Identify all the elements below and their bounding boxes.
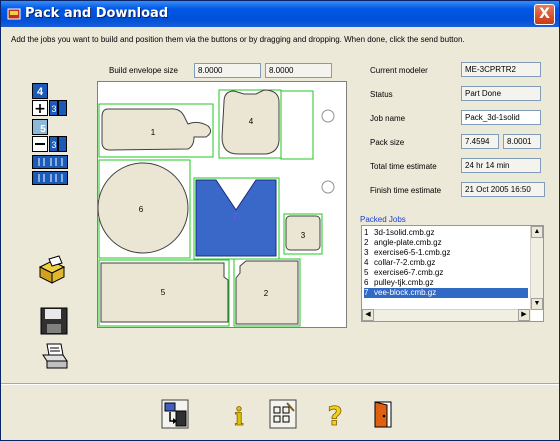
part-6-label: 6 (139, 205, 144, 214)
packed-jobs-list[interactable]: 1 3d-1solid.cmb.gz 2 angle-plate.cmb.gz 3 exe… (361, 225, 544, 322)
pack-size-y-field[interactable]: 8.0001 (503, 134, 541, 149)
envelope-y-field[interactable]: 8.0000 (265, 63, 332, 78)
job-name-label: Job name (370, 114, 406, 123)
title-bar: Pack and Download X (1, 1, 559, 27)
envelope-size-label: Build envelope size (109, 66, 178, 75)
job-number: 6 (364, 278, 369, 287)
build-layout: 1 4 6 7 3 5 2 (98, 89, 335, 327)
part-3-label: 3 (301, 231, 306, 240)
list-item[interactable]: 5 exercise6-7.cmb.gz (364, 268, 528, 278)
pack-and-download-window: Pack and Download X Add the jobs you wan… (0, 0, 560, 441)
open-package-icon[interactable] (37, 255, 67, 285)
part-2-label: 2 (264, 289, 269, 298)
jobs-horizontal-scrollbar[interactable]: ◀ ▶ (362, 309, 531, 321)
part-4-spacer-box (280, 90, 314, 160)
part-1-shape[interactable] (101, 108, 212, 151)
pack-size-x-field[interactable]: 7.4594 (461, 134, 499, 149)
exit-door-icon[interactable] (369, 399, 397, 429)
help-icon[interactable]: ? (321, 399, 349, 429)
job-filename: vee-block.cmb.gz (374, 288, 437, 297)
list-item[interactable]: 3 exercise6-5-1.cmb.gz (364, 248, 528, 258)
job-number: 3 (364, 248, 369, 257)
svg-text:?: ? (327, 402, 342, 429)
job-filename: exercise6-5-1.cmb.gz (374, 248, 451, 257)
total-time-field[interactable]: 24 hr 14 min (461, 158, 541, 173)
part-4-label: 4 (249, 117, 254, 126)
part-1-label: 1 (151, 128, 156, 137)
svg-text:4: 4 (37, 86, 44, 98)
scroll-right-icon[interactable]: ▶ (518, 309, 530, 321)
close-button[interactable]: X (534, 4, 555, 25)
window-title: Pack and Download (25, 6, 169, 21)
job-number: 7 (364, 288, 369, 297)
send-button[interactable] (161, 399, 189, 429)
packed-jobs-title: Packed Jobs (360, 215, 406, 224)
svg-text:+: + (34, 101, 46, 116)
job-number: 2 (364, 238, 369, 247)
scroll-left-icon[interactable]: ◀ (362, 309, 374, 321)
instruction-text: Add the jobs you want to build and posit… (11, 35, 465, 44)
add-job-button[interactable]: + 3 (32, 100, 68, 116)
options-button[interactable] (269, 399, 297, 429)
bottom-separator (1, 383, 559, 385)
job-filename: angle-plate.cmb.gz (374, 238, 442, 247)
list-item[interactable]: 6 pulley-tjk.cmb.gz (364, 278, 528, 288)
dither-five-button[interactable]: 5 (32, 119, 48, 135)
remove-job-button[interactable]: 3 (32, 136, 68, 152)
scroll-down-icon[interactable]: ▼ (531, 298, 543, 310)
job-filename: exercise6-7.cmb.gz (374, 268, 444, 277)
status-label: Status (370, 90, 393, 99)
info-icon[interactable]: i (225, 399, 253, 429)
add-four-button[interactable]: 4 (32, 83, 48, 99)
status-field[interactable]: Part Done (461, 86, 541, 101)
svg-text:3: 3 (51, 104, 56, 114)
svg-text:i: i (234, 402, 243, 429)
total-time-label: Total time estimate (370, 162, 437, 171)
job-filename: pulley-tjk.cmb.gz (374, 278, 434, 287)
job-filename: collar-7-2.cmb.gz (374, 258, 436, 267)
app-icon (7, 8, 21, 20)
list-item[interactable]: 4 collar-7-2.cmb.gz (364, 258, 528, 268)
current-modeler-label: Current modeler (370, 66, 428, 75)
current-modeler-field[interactable]: ME-3CPRTR2 (461, 62, 541, 77)
part-5-label: 5 (161, 288, 166, 297)
svg-text:5: 5 (40, 124, 46, 135)
finish-time-field[interactable]: 21 Oct 2005 16:50 (461, 182, 545, 197)
job-name-field[interactable]: Pack_3d-1solid (461, 110, 541, 125)
hole-marker-lower (321, 180, 335, 194)
svg-text:3: 3 (51, 140, 56, 150)
list-item[interactable]: 1 3d-1solid.cmb.gz (364, 228, 528, 238)
save-icon[interactable] (39, 306, 69, 336)
job-number: 1 (364, 228, 369, 237)
scroll-up-icon[interactable]: ▲ (531, 226, 543, 238)
job-filename: 3d-1solid.cmb.gz (374, 228, 435, 237)
job-number: 5 (364, 268, 369, 277)
jobs-vertical-scrollbar[interactable]: ▲ ▼ (530, 226, 543, 310)
pack-size-label: Pack size (370, 138, 405, 147)
list-item[interactable]: 7 vee-block.cmb.gz (364, 288, 528, 298)
grid-layout-button[interactable] (32, 155, 68, 185)
build-envelope-canvas[interactable]: 1 4 6 7 3 5 2 (97, 81, 347, 328)
envelope-x-field[interactable]: 8.0000 (194, 63, 261, 78)
print-icon[interactable] (39, 341, 69, 371)
part-7-label: 7 (233, 212, 238, 221)
list-item[interactable]: 2 angle-plate.cmb.gz (364, 238, 528, 248)
hole-marker-upper (321, 109, 335, 123)
job-number: 4 (364, 258, 369, 267)
finish-time-label: Finish time estimate (370, 186, 442, 195)
